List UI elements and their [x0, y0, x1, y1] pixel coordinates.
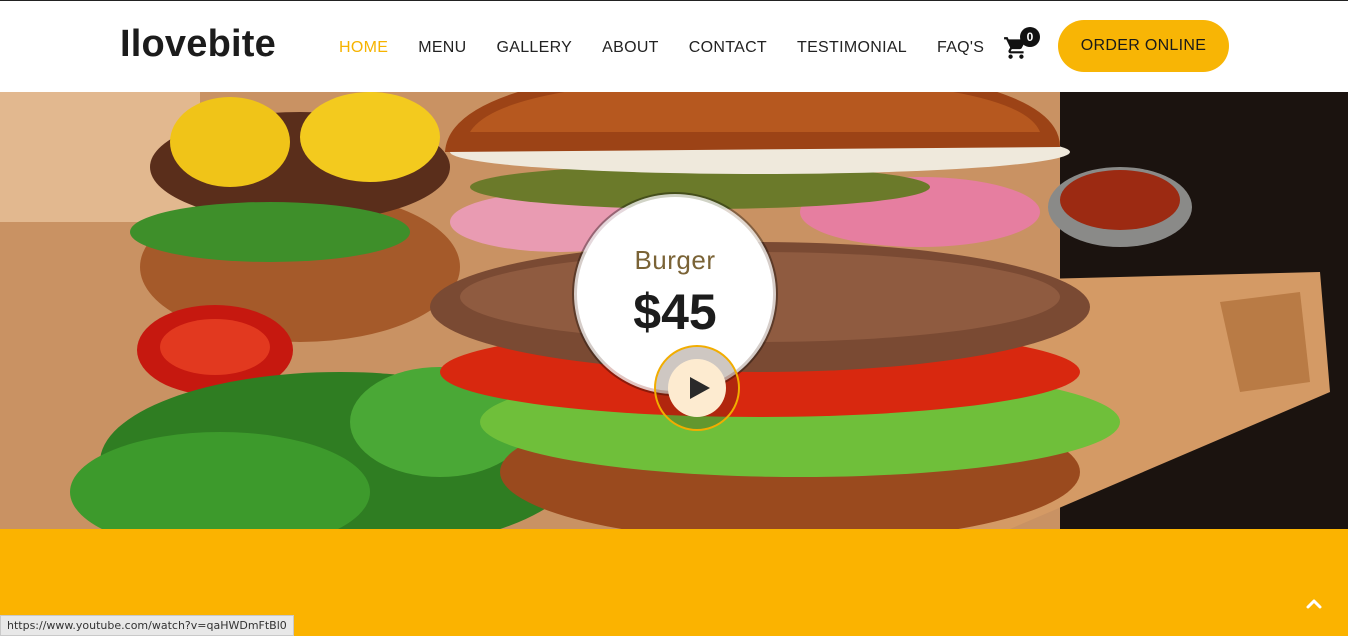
back-to-top-button[interactable] — [1302, 592, 1326, 614]
item-name: Burger — [634, 245, 716, 275]
nav-menu[interactable]: MENU — [418, 39, 466, 57]
nav-home[interactable]: HOME — [339, 39, 388, 57]
order-online-button[interactable]: ORDER ONLINE — [1058, 20, 1229, 72]
cart-button[interactable]: 0 — [1002, 27, 1042, 65]
status-bar-url: https://www.youtube.com/watch?v=qaHWDmFt… — [0, 615, 294, 636]
play-icon — [690, 377, 710, 399]
site-header: Ilovebite HOME MENU GALLERY ABOUT CONTAC… — [0, 0, 1348, 92]
item-price: $45 — [633, 284, 717, 340]
hero-banner: Burger $45 — [0, 92, 1348, 529]
nav-contact[interactable]: CONTACT — [689, 39, 767, 57]
play-button-inner[interactable] — [668, 359, 726, 417]
site-logo[interactable]: Ilovebite — [120, 23, 276, 66]
nav-gallery[interactable]: GALLERY — [497, 39, 573, 57]
nav-testimonial[interactable]: TESTIMONIAL — [797, 39, 907, 57]
main-nav: HOME MENU GALLERY ABOUT CONTACT TESTIMON… — [339, 39, 1014, 57]
nav-about[interactable]: ABOUT — [602, 39, 659, 57]
chevron-up-icon — [1306, 599, 1322, 609]
cart-count-badge: 0 — [1020, 27, 1040, 47]
video-play-button[interactable] — [654, 345, 740, 431]
nav-faqs[interactable]: FAQ'S — [937, 39, 984, 57]
